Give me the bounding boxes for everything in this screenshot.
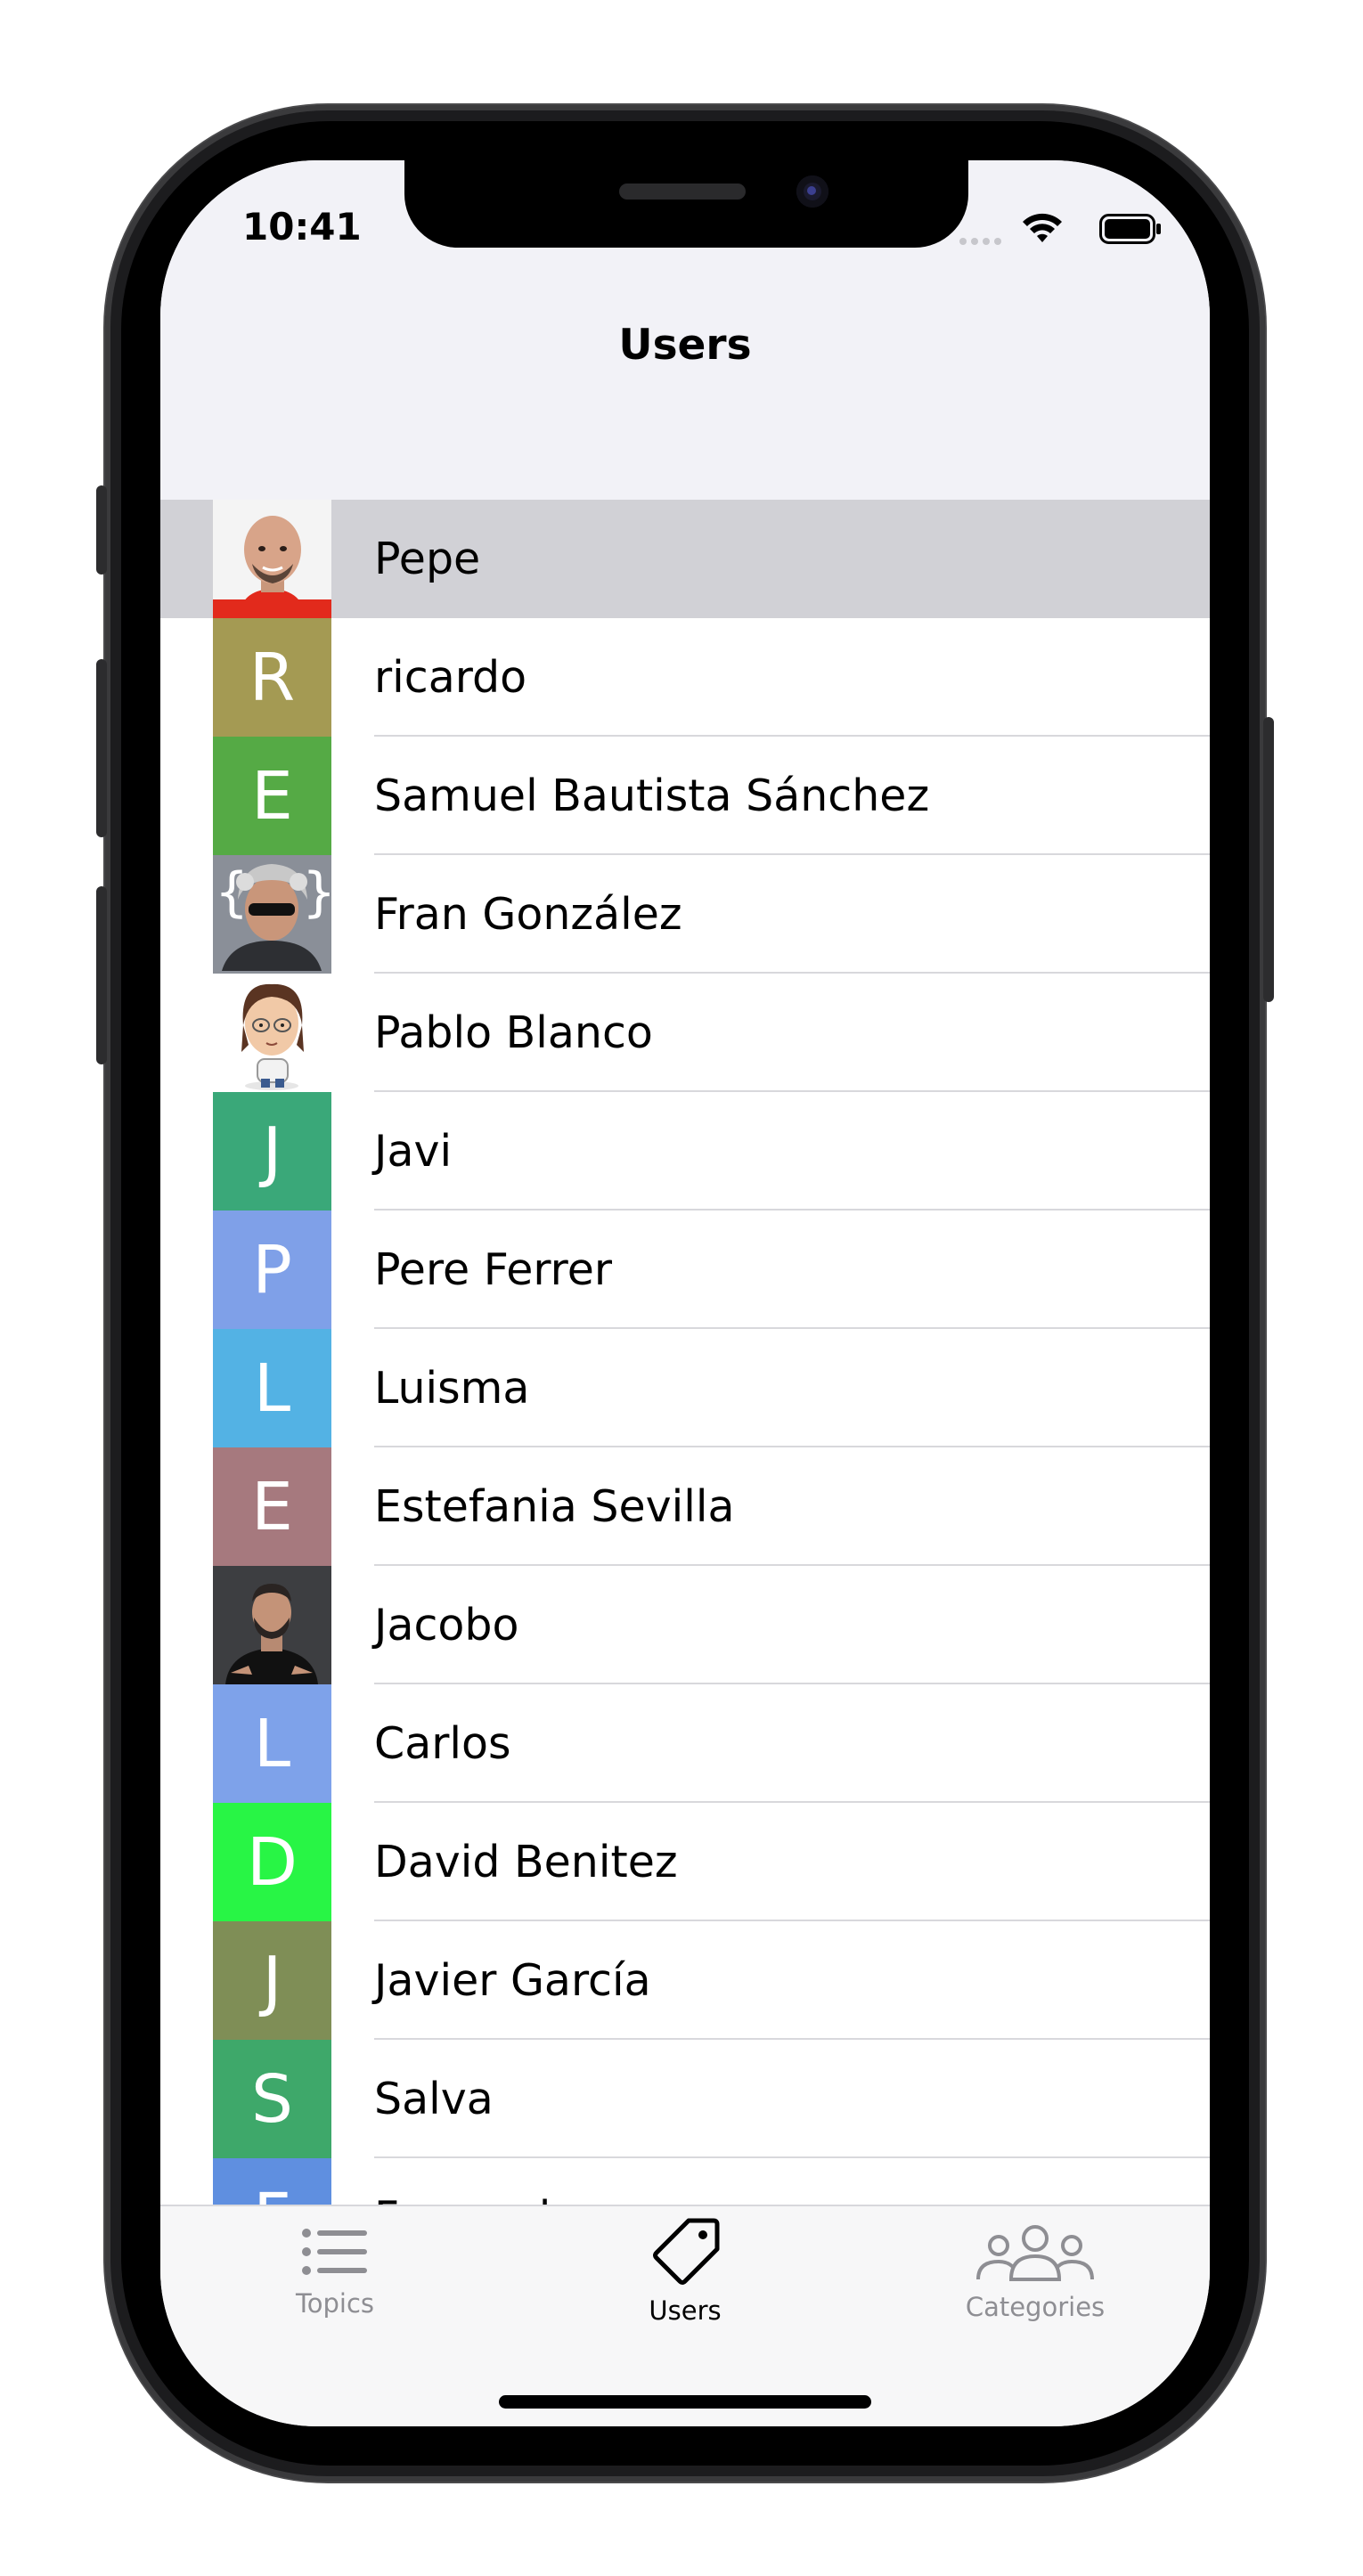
user-name: Javier García [374, 1955, 651, 2006]
user-name: ricardo [374, 652, 527, 703]
notch [404, 160, 968, 248]
user-row[interactable]: Rricardo [160, 618, 1210, 737]
avatar: S [213, 2040, 331, 2158]
volume-up-button [96, 659, 107, 837]
avatar-letter: D [247, 1823, 298, 1901]
user-name: Pablo Blanco [374, 1007, 653, 1058]
power-button [1263, 717, 1274, 1002]
avatar [213, 1566, 331, 1684]
avatar: D [213, 1803, 331, 1921]
user-row[interactable]: E Estefania Sevilla [160, 1447, 1210, 1566]
mute-switch [96, 485, 107, 575]
wifi-icon [1023, 213, 1062, 242]
list-icon [302, 2229, 367, 2275]
avatar-letter: J [262, 1113, 282, 1190]
avatar: L [213, 1684, 331, 1803]
tag-icon [653, 2218, 720, 2285]
avatar: J [213, 1921, 331, 2040]
user-name: Samuel Bautista Sánchez [374, 770, 930, 821]
user-name: Salva [374, 2074, 494, 2124]
avatar: E [213, 737, 331, 855]
avatar-letter: L [253, 1349, 291, 1427]
avatar-letter: F [253, 2180, 291, 2205]
user-row[interactable]: L Carlos [160, 1684, 1210, 1803]
avatar [213, 974, 331, 1092]
cellular-signal-icon [959, 232, 1006, 249]
avatar-letter: E [251, 757, 293, 835]
user-name: Fernando [374, 2158, 577, 2205]
user-name: David Benitez [374, 1837, 678, 1887]
avatar: E [213, 1447, 331, 1566]
battery-icon [1099, 214, 1161, 244]
tab-users-label: Users [649, 2295, 722, 2326]
navigation-header: 10:41 Users [160, 160, 1210, 500]
people-icon [976, 2225, 1094, 2281]
avatar-letter: L [253, 1705, 291, 1782]
users-list[interactable]: Pepe Rricardo E Samuel Bautista Sánchez {} Fr… [160, 500, 1210, 2205]
user-row[interactable]: F Fernando [160, 2158, 1210, 2205]
tab-bar: Topics Users Categories [160, 2205, 1210, 2426]
user-name: Carlos [374, 1718, 511, 1769]
avatar-letter: E [251, 1468, 293, 1545]
user-name: Pere Ferrer [374, 1244, 613, 1295]
user-name: Fran González [374, 889, 682, 940]
status-time: 10:41 [242, 205, 362, 249]
user-row[interactable]: E Samuel Bautista Sánchez [160, 737, 1210, 855]
avatar: R [213, 618, 331, 737]
user-row[interactable]: J Javi [160, 1092, 1210, 1211]
user-row[interactable]: J Javier García [160, 1921, 1210, 2040]
status-indicators [948, 212, 1162, 245]
svg-text:}: } [302, 861, 331, 924]
avatar-letter: P [252, 1231, 292, 1308]
svg-text:{: { [215, 861, 249, 924]
avatar-letter: S [251, 2060, 293, 2138]
volume-down-button [96, 886, 107, 1064]
user-row[interactable]: Jacobo [160, 1566, 1210, 1684]
avatar: {} [213, 855, 331, 974]
tab-topics-label: Topics [295, 2288, 375, 2319]
user-row[interactable]: {} Fran González [160, 855, 1210, 974]
tab-categories[interactable]: Categories [902, 2224, 1169, 2322]
user-row[interactable]: L Luisma [160, 1329, 1210, 1447]
avatar: P [213, 1211, 331, 1329]
tab-users[interactable]: Users [551, 2218, 819, 2326]
phone-screen: 10:41 Users Pepe Rricardo E Samuel Bautista… [160, 160, 1210, 2426]
front-camera [796, 175, 828, 208]
home-indicator [499, 2395, 871, 2409]
tab-categories-label: Categories [965, 2292, 1106, 2322]
avatar: F [213, 2158, 331, 2205]
avatar-letter: R [249, 639, 296, 716]
avatar: J [213, 1092, 331, 1211]
user-row[interactable]: P Pere Ferrer [160, 1211, 1210, 1329]
user-name: Javi [374, 1126, 453, 1177]
user-row[interactable]: D David Benitez [160, 1803, 1210, 1921]
user-row[interactable]: S Salva [160, 2040, 1210, 2158]
avatar [213, 500, 331, 618]
user-name: Jacobo [374, 1600, 519, 1651]
user-name: Pepe [374, 534, 481, 584]
user-row[interactable]: Pablo Blanco [160, 974, 1210, 1092]
user-row[interactable]: Pepe [160, 500, 1210, 618]
user-name: Luisma [374, 1363, 530, 1414]
tab-topics[interactable]: Topics [201, 2224, 469, 2319]
avatar: L [213, 1329, 331, 1447]
speaker-grille [619, 183, 746, 200]
page-title: Users [618, 321, 752, 370]
user-name: Estefania Sevilla [374, 1481, 735, 1532]
avatar-letter: J [262, 1942, 282, 2019]
